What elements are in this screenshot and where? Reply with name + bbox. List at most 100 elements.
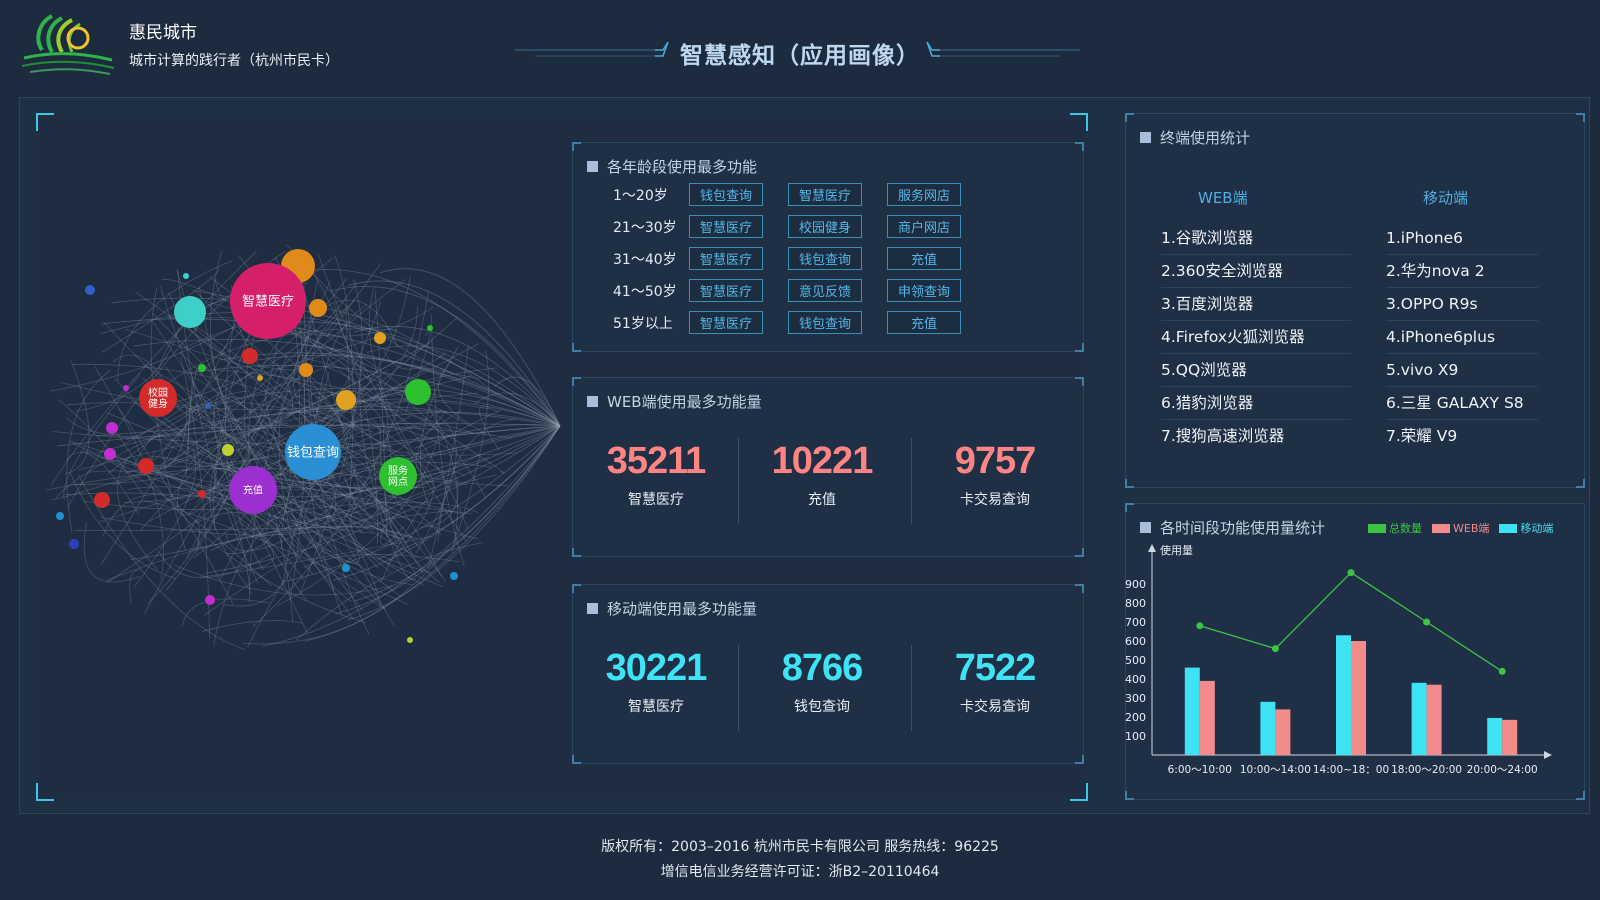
web-terminal-item: 2.360安全浏览器	[1161, 255, 1351, 288]
bar-web	[1275, 709, 1291, 755]
panel-corner	[572, 548, 581, 557]
panel-bullet-icon	[587, 161, 598, 172]
mobile-terminal-item: 2.华为nova 2	[1386, 255, 1538, 288]
panel-corner	[572, 142, 581, 151]
network-node-dot	[94, 492, 110, 508]
network-node-label: 智慧医疗	[242, 293, 294, 309]
legend-item[interactable]: 移动端	[1499, 520, 1553, 536]
age-label: 41～50岁	[613, 283, 677, 300]
network-node-dot	[405, 379, 431, 405]
function-tag[interactable]: 服务网店	[887, 183, 961, 206]
network-link	[441, 431, 505, 474]
function-tag[interactable]: 智慧医疗	[689, 215, 763, 238]
bar-web	[1199, 680, 1215, 755]
legend-swatch	[1368, 523, 1386, 533]
panel-corner	[572, 584, 581, 593]
y-tick-label: 500	[1125, 654, 1146, 667]
network-node-label: 钱包查询	[287, 445, 339, 460]
panel-corner	[1075, 377, 1084, 386]
panel-title: 各时间段功能使用量统计	[1160, 519, 1326, 537]
bar-mobile	[1184, 667, 1200, 755]
stat-label: 卡交易查询	[960, 492, 1030, 508]
network-node-dot	[174, 296, 206, 328]
stat-label: 充值	[808, 492, 836, 508]
panel-title: 移动端使用最多功能量	[607, 600, 758, 618]
function-tag[interactable]: 校园健身	[788, 215, 862, 238]
web-terminal-item: 1.谷歌浏览器	[1161, 222, 1351, 255]
panel-corner	[1125, 113, 1134, 122]
network-node-dot	[205, 403, 211, 409]
legend-item[interactable]: 总数量	[1368, 520, 1422, 536]
x-tick-label: 20:00～24:00	[1467, 764, 1538, 776]
mobile-stat: 30221 智慧医疗	[573, 647, 739, 716]
function-tag[interactable]: 钱包查询	[689, 183, 763, 206]
web-terminal-item: 7.搜狗高速浏览器	[1161, 427, 1285, 445]
network-node-dot	[205, 595, 215, 605]
frame-corner	[1070, 113, 1088, 131]
function-tag[interactable]: 智慧医疗	[788, 183, 862, 206]
frame-corner	[1070, 783, 1088, 801]
bar-web	[1502, 719, 1518, 755]
network-node-dot	[69, 539, 79, 549]
function-tag[interactable]: 申领查询	[887, 279, 961, 302]
y-tick-label: 600	[1125, 635, 1146, 648]
function-tag[interactable]: 意见反馈	[788, 279, 862, 302]
network-node-dot	[336, 390, 356, 410]
network-node-dot	[198, 364, 206, 372]
mobile-terminal-item: 4.iPhone6plus	[1386, 321, 1538, 354]
function-tag[interactable]: 商户网店	[887, 215, 961, 238]
mobile-column-header: 移动端	[1423, 189, 1469, 207]
panel-corner	[1075, 755, 1084, 764]
stat-label: 智慧医疗	[628, 492, 684, 508]
function-network-graph: 智慧医疗钱包查询充值 校园健身服务网点	[46, 244, 561, 650]
network-node-dot	[309, 299, 327, 317]
function-tag[interactable]: 智慧医疗	[689, 279, 763, 302]
line-point-total	[1347, 569, 1355, 577]
age-function-panel: 各年龄段使用最多功能 1～20岁 钱包查询 智慧医疗 服务网店 21～30岁 智…	[572, 142, 1084, 352]
age-row: 1～20岁 钱包查询 智慧医疗 服务网店	[613, 183, 986, 206]
panel-corner	[1125, 503, 1134, 512]
stat-value: 35211	[606, 440, 707, 482]
panel-corner	[1075, 584, 1084, 593]
network-node-dot	[299, 363, 313, 377]
network-node-label: 服务	[388, 464, 408, 477]
panel-bullet-icon	[1140, 522, 1151, 533]
stat-label: 卡交易查询	[960, 699, 1030, 715]
function-tag[interactable]: 钱包查询	[788, 247, 862, 270]
stat-label: 智慧医疗	[628, 699, 684, 715]
footer-license: 增信电信业务经营许可证：浙B2–20110464	[660, 864, 940, 880]
network-node-dot	[342, 564, 350, 572]
panel-corner	[1576, 791, 1585, 800]
network-node-dot	[104, 448, 116, 460]
stat-value: 10221	[771, 440, 874, 482]
frame-corner	[36, 783, 54, 801]
legend-swatch	[1432, 523, 1450, 533]
page-title: 智慧感知（应用画像）	[680, 43, 920, 69]
panel-corner	[572, 343, 581, 352]
age-label: 51岁以上	[613, 315, 673, 332]
network-node-label: 校园	[148, 386, 168, 399]
age-label: 31～40岁	[613, 251, 677, 268]
function-tag[interactable]: 充值	[887, 311, 961, 334]
footer-copyright: 版权所有：2003–2016 杭州市民卡有限公司 服务热线：96225	[601, 839, 999, 855]
x-tick-label: 14:00~18：00	[1313, 764, 1389, 776]
network-link	[83, 522, 140, 583]
brand-logo-icon	[21, 14, 115, 75]
panel-corner	[572, 755, 581, 764]
terminal-usage-panel: 终端使用统计 WEB端 移动端 1.谷歌浏览器 2.360安全浏览器 3.百度浏…	[1125, 113, 1585, 488]
function-tag[interactable]: 智慧医疗	[689, 247, 763, 270]
web-stat: 9757 卡交易查询	[912, 440, 1078, 509]
stat-value: 7522	[954, 647, 1037, 689]
network-node-dot	[374, 332, 386, 344]
bar-mobile	[1336, 635, 1351, 755]
function-tag[interactable]: 智慧医疗	[689, 311, 763, 334]
mobile-function-panel: 移动端使用最多功能量 30221 智慧医疗 8766 钱包查询 7522 卡交易…	[572, 584, 1084, 764]
network-node-dot	[56, 512, 64, 520]
function-tag[interactable]: 钱包查询	[788, 311, 862, 334]
function-tag[interactable]: 充值	[887, 247, 961, 270]
panel-corner	[1576, 479, 1585, 488]
panel-corner	[572, 377, 581, 386]
bar-web	[1351, 641, 1366, 755]
line-point-total	[1271, 645, 1279, 653]
legend-item[interactable]: WEB端	[1432, 520, 1489, 536]
